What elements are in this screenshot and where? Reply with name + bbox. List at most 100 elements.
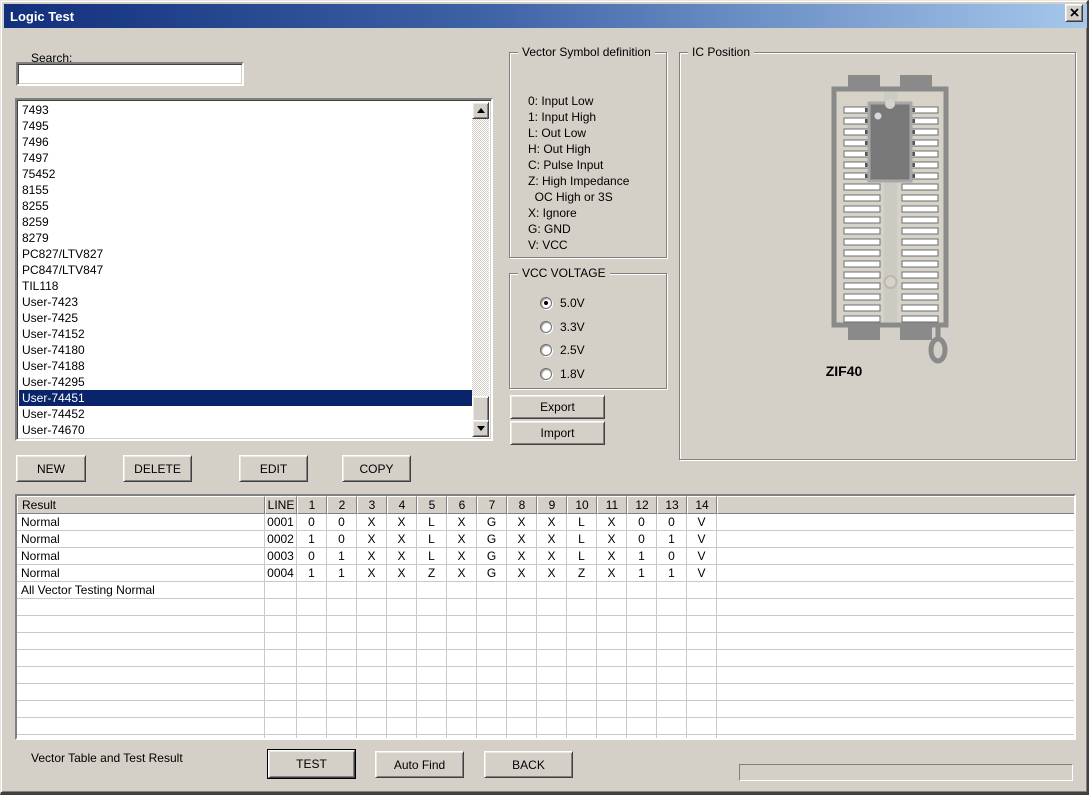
- table-row[interactable]: [17, 599, 1074, 616]
- auto-find-button[interactable]: Auto Find: [375, 751, 464, 778]
- pin-cell: [537, 599, 567, 615]
- table-row[interactable]: Normal000301XXLXGXXLX10V: [17, 548, 1074, 565]
- table-row[interactable]: Normal000210XXLXGXXLX01V: [17, 531, 1074, 548]
- table-row[interactable]: Normal000411XXZXGXXZX11V: [17, 565, 1074, 582]
- radio-icon[interactable]: [540, 321, 552, 333]
- list-item[interactable]: User-74295: [19, 374, 472, 390]
- pin-cell: [387, 616, 417, 632]
- list-item[interactable]: 8259: [19, 214, 472, 230]
- pin-cell: [507, 684, 537, 700]
- vcc-option-5.0V[interactable]: 5.0V: [540, 296, 585, 310]
- pin-cell: L: [417, 531, 447, 547]
- pin-cell: 1: [327, 565, 357, 581]
- list-item[interactable]: 7496: [19, 134, 472, 150]
- list-item[interactable]: 8155: [19, 182, 472, 198]
- list-item[interactable]: PC827/LTV827: [19, 246, 472, 262]
- back-button[interactable]: BACK: [484, 751, 573, 778]
- table-row[interactable]: [17, 667, 1074, 684]
- result-cell: Normal: [17, 548, 265, 564]
- result-cell: [17, 599, 265, 615]
- table-row[interactable]: [17, 650, 1074, 667]
- pin-cell: [477, 633, 507, 649]
- search-input[interactable]: [16, 62, 244, 86]
- table-row[interactable]: [17, 616, 1074, 633]
- pin-cell: [687, 684, 717, 700]
- filler-cell: [717, 616, 1074, 632]
- export-button[interactable]: Export: [510, 395, 605, 419]
- radio-icon[interactable]: [540, 344, 552, 356]
- test-button[interactable]: TEST: [268, 750, 355, 778]
- window-title: Logic Test: [4, 9, 74, 24]
- list-item[interactable]: User-74451: [19, 390, 472, 406]
- copy-button[interactable]: COPY: [342, 455, 411, 482]
- pin-cell: [627, 701, 657, 717]
- pin-cell: [597, 718, 627, 734]
- pin-cell: [567, 735, 597, 740]
- result-cell: Normal: [17, 565, 265, 581]
- listbox-scrollbar[interactable]: [472, 102, 489, 437]
- list-item[interactable]: User-7425: [19, 310, 472, 326]
- list-item[interactable]: 75452: [19, 166, 472, 182]
- list-item[interactable]: 7495: [19, 118, 472, 134]
- pin-cell: [567, 718, 597, 734]
- table-row[interactable]: [17, 735, 1074, 740]
- vcc-option-label: 2.5V: [560, 343, 585, 357]
- title-bar[interactable]: Logic Test: [4, 4, 1087, 28]
- pin-cell: [567, 650, 597, 666]
- edit-button[interactable]: EDIT: [239, 455, 308, 482]
- import-button[interactable]: Import: [510, 421, 605, 445]
- pin-cell: [387, 701, 417, 717]
- table-row[interactable]: All Vector Testing Normal: [17, 582, 1074, 599]
- list-item[interactable]: User-74152: [19, 326, 472, 342]
- table-row[interactable]: [17, 684, 1074, 701]
- pin-cell: [507, 650, 537, 666]
- pin-cell: [477, 616, 507, 632]
- scrollbar-thumb[interactable]: [472, 396, 489, 422]
- pin-cell: [387, 599, 417, 615]
- ic-position-group-title: IC Position: [688, 45, 754, 59]
- table-row[interactable]: [17, 633, 1074, 650]
- pin-cell: [567, 667, 597, 683]
- pin-cell: [327, 701, 357, 717]
- vcc-option-1.8V[interactable]: 1.8V: [540, 367, 585, 381]
- column-header: 7: [477, 496, 507, 514]
- scroll-up-button[interactable]: [472, 102, 489, 119]
- pin-cell: [297, 718, 327, 734]
- radio-icon[interactable]: [540, 368, 552, 380]
- list-item[interactable]: User-74180: [19, 342, 472, 358]
- pin-cell: [447, 701, 477, 717]
- pin-cell: [387, 582, 417, 598]
- column-header: Result: [17, 496, 265, 514]
- list-item[interactable]: User-74452: [19, 406, 472, 422]
- list-item[interactable]: 8279: [19, 230, 472, 246]
- new-button[interactable]: NEW: [16, 455, 86, 482]
- list-item[interactable]: User-74670: [19, 422, 472, 437]
- vcc-option-2.5V[interactable]: 2.5V: [540, 343, 585, 357]
- pin-cell: [537, 582, 567, 598]
- list-item[interactable]: 7493: [19, 102, 472, 118]
- result-table[interactable]: ResultLINE1234567891011121314 Normal0001…: [15, 494, 1076, 740]
- radio-selected-icon[interactable]: [540, 297, 552, 309]
- pin-cell: X: [387, 531, 417, 547]
- list-item[interactable]: User-74188: [19, 358, 472, 374]
- vector-symbol-line: X: Ignore: [528, 205, 629, 221]
- arrow-up-icon: [477, 108, 485, 113]
- table-row[interactable]: Normal000100XXLXGXXLX00V: [17, 514, 1074, 531]
- column-header: 12: [627, 496, 657, 514]
- delete-button[interactable]: DELETE: [123, 455, 192, 482]
- vcc-option-3.3V[interactable]: 3.3V: [540, 320, 585, 334]
- close-button[interactable]: [1065, 4, 1083, 22]
- progress-bar: [739, 764, 1073, 781]
- table-row[interactable]: [17, 718, 1074, 735]
- pin-cell: [387, 633, 417, 649]
- scroll-down-button[interactable]: [472, 420, 489, 437]
- list-item[interactable]: User-7423: [19, 294, 472, 310]
- list-item[interactable]: 8255: [19, 198, 472, 214]
- table-row[interactable]: [17, 701, 1074, 718]
- list-item[interactable]: PC847/LTV847: [19, 262, 472, 278]
- pin-cell: [447, 684, 477, 700]
- list-item[interactable]: TIL118: [19, 278, 472, 294]
- ic-listbox[interactable]: 7493749574967497754528155825582598279PC8…: [15, 98, 493, 441]
- list-item[interactable]: 7497: [19, 150, 472, 166]
- pin-cell: X: [507, 531, 537, 547]
